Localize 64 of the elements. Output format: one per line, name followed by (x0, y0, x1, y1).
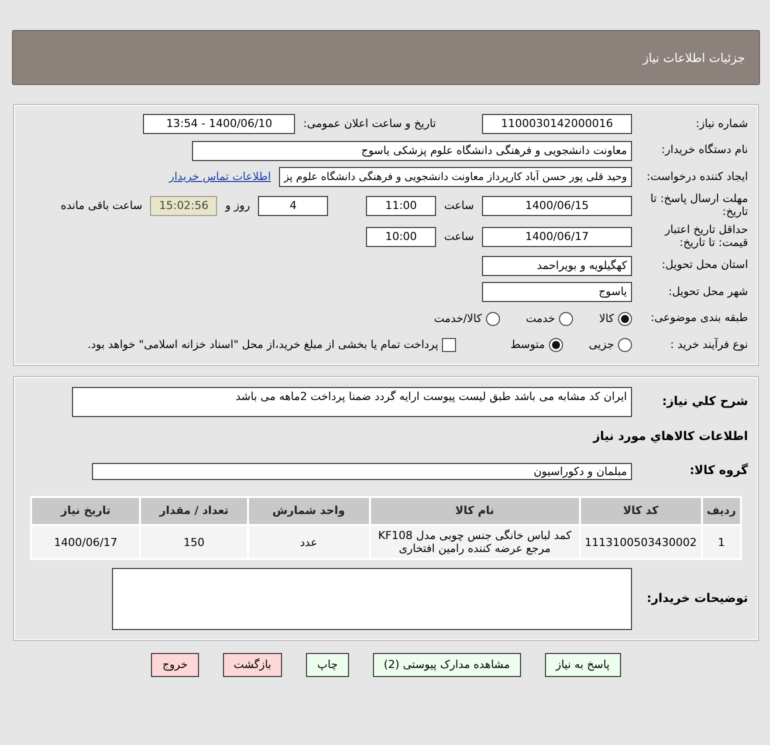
radio-button[interactable] (559, 312, 574, 326)
input-field[interactable]: وحید قلی پور حسن آباد کارپرداز معاونت دانشجویی و فرهنگی دانشگاه علوم پز (278, 167, 632, 188)
field-label: حداقل تاریخ اعتبار قیمت: تا تاریخ: (664, 224, 748, 250)
input-field[interactable]: 11:00 (366, 196, 436, 216)
column-header: واحد شمارش (248, 498, 369, 524)
field-label: شرح کلي نياز: (661, 392, 748, 410)
option-label: کالا (599, 310, 614, 326)
column-header: ردیف (702, 498, 740, 524)
page-title: جزئیات اطلاعات نیاز (642, 50, 745, 66)
action-button[interactable]: مشاهده مدارک پیوستی (2) (372, 653, 521, 678)
field-label: نام دستگاه خریدار: (660, 144, 748, 158)
input-field[interactable]: کهگیلویه و بویراحمد (482, 256, 632, 276)
radio-button[interactable] (548, 338, 563, 352)
radio-button[interactable] (486, 312, 500, 326)
column-header: کد کالا (580, 498, 701, 524)
field-label: ساعت باقی مانده (60, 198, 142, 214)
radio-button[interactable] (618, 338, 632, 352)
field-label: گروه کالا: (688, 464, 748, 478)
input-field[interactable]: یاسوج (482, 282, 632, 302)
field-label: روز و (225, 198, 250, 214)
field-label: ایجاد کننده درخواست: (646, 170, 748, 184)
field-label: ساعت (444, 198, 474, 214)
table-cell: 1113100503430002 (580, 526, 701, 558)
input-field[interactable]: 1400/06/10 - 13:54 (143, 114, 296, 134)
table-cell: 150 (141, 526, 247, 558)
column-header: تاریخ نیاز (32, 498, 140, 524)
action-button[interactable]: پاسخ به نیاز (544, 653, 621, 678)
column-header: نام کالا (370, 498, 579, 524)
table-cell: 1400/06/17 (32, 526, 140, 558)
table-cell: کمد لباس خانگی جنس چوبی مدل KF108 مرجع عرضه کننده رامین افتخاری (370, 526, 579, 558)
checkbox-label: پرداخت تمام یا بخشی از مبلغ خرید،از محل "اسناد خزانه اسلامی" خواهد بود. (88, 337, 438, 353)
field-label: نوع فرآیند خرید : (669, 338, 748, 352)
option-label: جزیی (588, 337, 614, 353)
field-label: طبقه بندی موضوعی: (650, 312, 748, 326)
description-field[interactable]: ایران کد مشابه می باشد طبق لیست پیوست ارایه گردد ضمنا پرداخت 2ماهه می باشد (72, 386, 632, 416)
field-label: شهر محل تحویل: (667, 286, 748, 299)
field-label: ساعت (444, 228, 474, 245)
field-label: شماره نیاز: (694, 118, 748, 131)
checkbox[interactable] (442, 338, 456, 352)
table-cell: 1 (702, 526, 740, 558)
timer-field: 15:02:56 (150, 196, 218, 216)
option-label: خدمت (526, 310, 556, 326)
table-cell: عدد (248, 526, 369, 558)
action-button[interactable]: بازگشت (222, 653, 282, 678)
input-field[interactable]: 1100030142000016 (482, 114, 632, 134)
field-label: تاریخ و ساعت اعلان عمومی: (303, 118, 436, 131)
field-label: مهلت ارسال پاسخ: تا تاریخ: (649, 193, 748, 219)
input-field[interactable]: 4 (258, 196, 328, 216)
option-label: کالا/خدمت (434, 310, 482, 326)
section-title: اطلاعات کالاهاي مورد نياز (592, 428, 748, 444)
input-field[interactable]: مبلمان و دکوراسیون (92, 462, 632, 480)
input-field[interactable]: 1400/06/15 (482, 196, 632, 216)
notes-field[interactable] (112, 568, 632, 630)
column-header: تعداد / مقدار (141, 498, 247, 524)
field-label: توضیحات خریدار: (646, 592, 748, 606)
action-button[interactable]: خروج (151, 653, 199, 678)
option-label: متوسط (510, 337, 545, 353)
field-label: استان محل تحویل: (660, 259, 748, 272)
radio-button[interactable] (618, 312, 632, 326)
input-field[interactable]: 1400/06/17 (482, 227, 632, 247)
action-button[interactable]: چاپ (306, 653, 349, 678)
input-field[interactable]: معاونت دانشجویی و فرهنگی دانشگاه علوم پزشکی یاسوج (192, 140, 632, 161)
contact-link[interactable]: اطلاعات تماس خریدار (169, 169, 271, 186)
input-field[interactable]: 10:00 (366, 227, 436, 247)
